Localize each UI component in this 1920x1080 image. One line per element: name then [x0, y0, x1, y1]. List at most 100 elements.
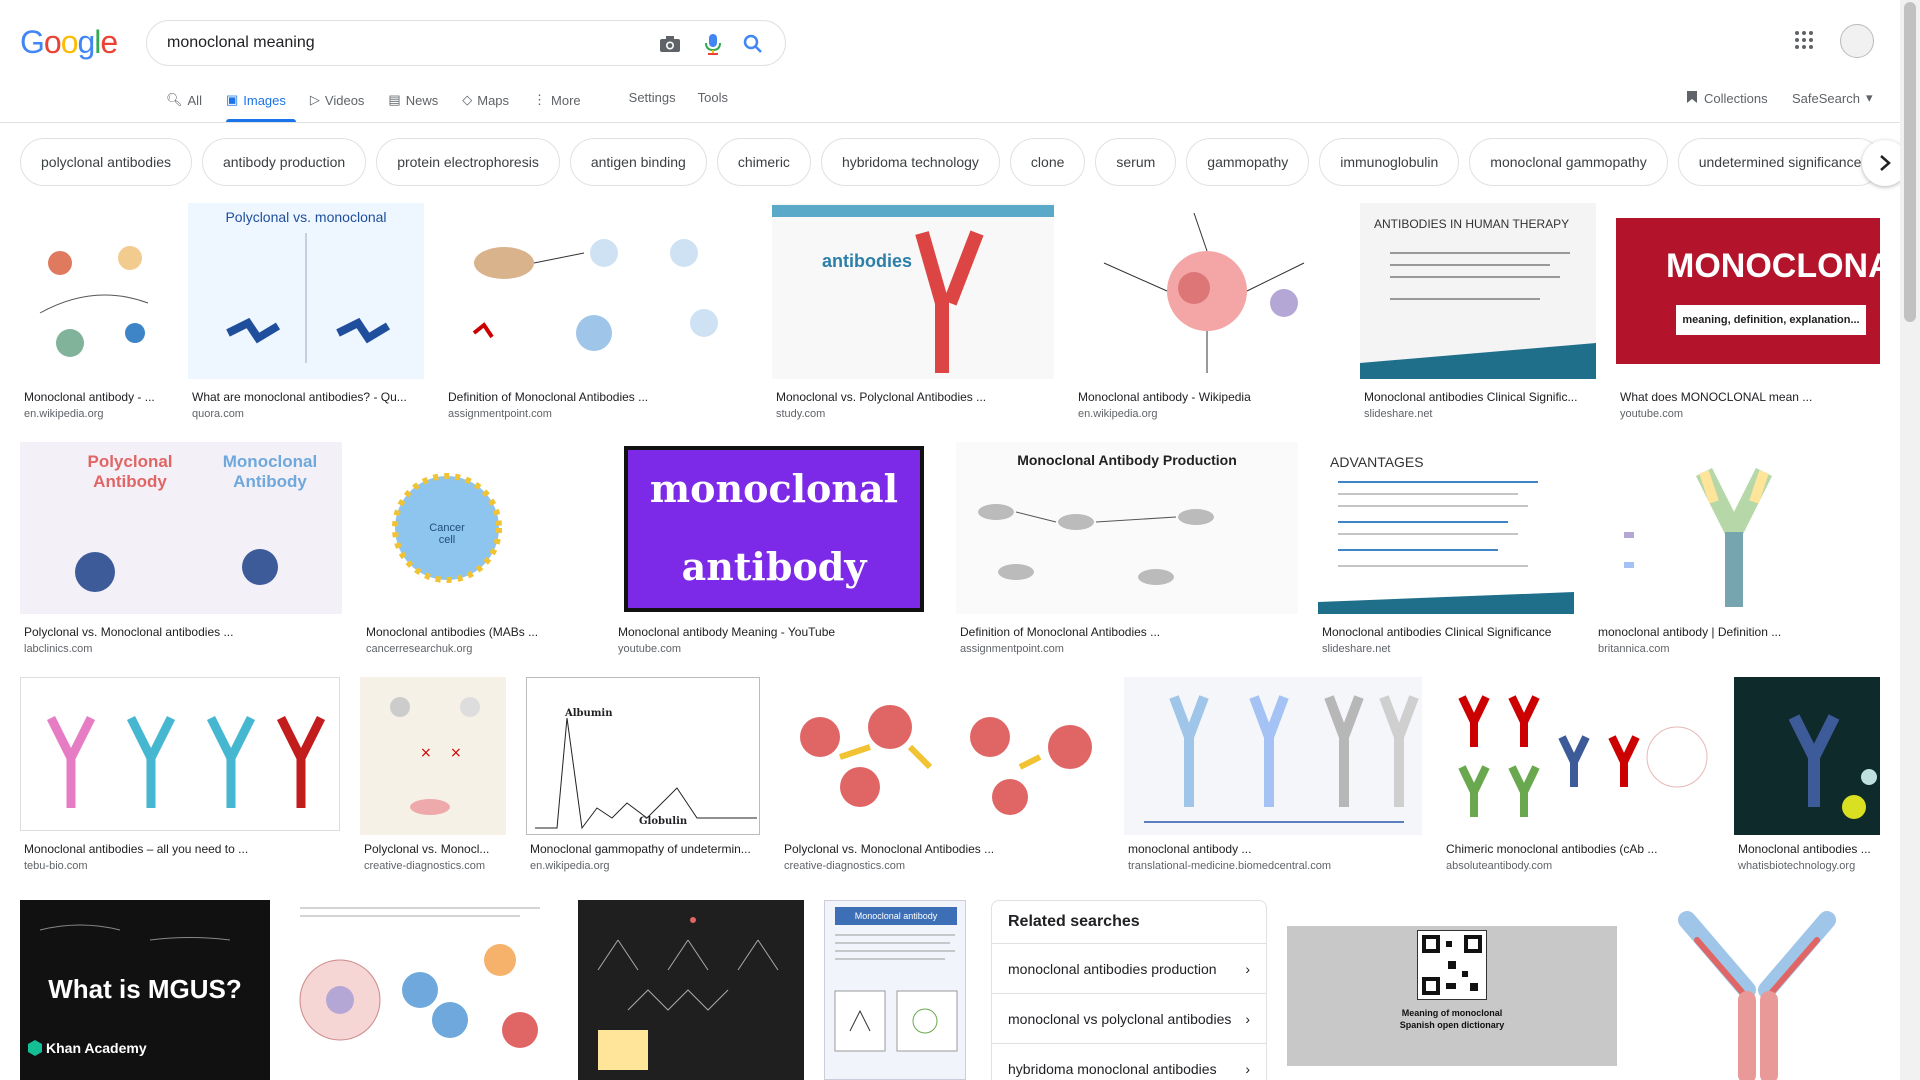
camera-icon[interactable] — [657, 31, 683, 57]
image-source[interactable]: youtube.com — [618, 643, 681, 655]
image-source[interactable]: cancerresearchuk.org — [366, 643, 472, 655]
image-caption[interactable]: What does MONOCLONAL mean ... — [1620, 390, 1880, 404]
image-result[interactable]: × × Polyclonal vs. Monocl... creative-dia… — [360, 677, 506, 879]
tab-videos[interactable]: ▷ Videos — [310, 80, 375, 122]
image-result[interactable]: Monoclonal antibody - ... en.wikipedia.o… — [20, 203, 168, 421]
tools-link[interactable]: Tools — [698, 80, 728, 122]
chip[interactable]: polyclonal antibodies — [20, 138, 192, 186]
tab-more[interactable]: ⋮ More — [533, 80, 591, 122]
image-thumbnail[interactable]: Meaning of monoclonal Spanish open dicti… — [1287, 900, 1617, 1080]
chip[interactable]: hybridoma technology — [820, 138, 1000, 186]
image-thumbnail[interactable]: antibodies — [772, 203, 1054, 379]
chip[interactable]: clone — [1009, 138, 1086, 186]
image-thumbnail[interactable]: ANTIBODIES IN HUMAN THERAPY — [1360, 203, 1596, 379]
image-caption[interactable]: Polyclonal vs. Monocl... — [364, 842, 506, 856]
image-thumbnail[interactable]: × × — [360, 677, 506, 835]
image-source[interactable]: quora.com — [192, 408, 244, 420]
scrollbar[interactable] — [1900, 0, 1920, 1080]
chip[interactable]: protein electrophoresis — [376, 138, 560, 186]
image-caption[interactable]: Monoclonal gammopathy of undetermin... — [530, 842, 760, 856]
image-result[interactable]: monoclonal antibody | Definition ... bri… — [1594, 442, 1880, 658]
image-thumbnail[interactable]: ADVANTAGES — [1318, 442, 1574, 614]
chip[interactable]: antibody production — [201, 138, 367, 186]
image-source[interactable]: assignmentpoint.com — [960, 643, 1064, 655]
image-source[interactable]: creative-diagnostics.com — [784, 860, 905, 872]
image-caption[interactable]: Monoclonal antibodies Clinical Signific.… — [1364, 390, 1596, 404]
chip[interactable]: undetermined significance — [1677, 138, 1880, 186]
image-result[interactable]: Monoclonal antibody — [824, 900, 966, 1080]
image-result[interactable]: Albumin Globulin Monoclonal gammopathy o… — [526, 677, 760, 879]
image-result[interactable]: Monoclonal Antibody Production Definitio… — [956, 442, 1298, 658]
tab-images[interactable]: ▣ Images — [225, 80, 296, 122]
avatar[interactable] — [1840, 24, 1874, 58]
image-caption[interactable]: Definition of Monoclonal Antibodies ... — [448, 390, 752, 404]
image-thumbnail[interactable] — [578, 900, 804, 1080]
search-box[interactable]: monoclonal meaning — [146, 20, 786, 66]
image-source[interactable]: labclinics.com — [24, 643, 92, 655]
chip[interactable]: serum — [1095, 138, 1177, 186]
image-result[interactable]: antibodies Monoclonal vs. Polyclonal Ant… — [772, 203, 1054, 421]
image-thumbnail[interactable]: Albumin Globulin — [526, 677, 760, 835]
image-thumbnail[interactable]: Monoclonal Antibody Production — [956, 442, 1298, 614]
image-thumbnail[interactable] — [780, 677, 1104, 835]
image-thumbnail[interactable] — [290, 900, 558, 1080]
chip[interactable]: antigen binding — [569, 138, 707, 186]
image-thumbnail[interactable]: monoclonal antibody — [614, 442, 936, 614]
image-caption[interactable]: Monoclonal vs. Polyclonal Antibodies ... — [776, 390, 1054, 404]
image-source[interactable]: slideshare.net — [1364, 408, 1433, 420]
collections-link[interactable]: Collections — [1686, 90, 1768, 107]
image-thumbnail[interactable]: Polyclonal vs. monoclonal — [188, 203, 424, 379]
image-result[interactable]: Meaning of monoclonal Spanish open dicti… — [1287, 900, 1617, 1080]
image-thumbnail[interactable] — [20, 677, 340, 831]
image-thumbnail[interactable] — [1074, 203, 1340, 379]
related-search-item[interactable]: monoclonal vs polyclonal antibodies › — [992, 993, 1266, 1043]
image-source[interactable]: slideshare.net — [1322, 643, 1391, 655]
image-result[interactable]: MONOCLONAL meaning, definition, explanat… — [1616, 203, 1880, 421]
search-input[interactable]: monoclonal meaning — [167, 34, 315, 52]
image-result[interactable]: ANTIBODIES IN HUMAN THERAPY Monoclonal a… — [1360, 203, 1596, 421]
image-source[interactable]: britannica.com — [1598, 643, 1670, 655]
image-result[interactable]: Polyclonal vs. Monoclonal Antibodies ...… — [780, 677, 1104, 879]
image-thumbnail[interactable] — [1442, 677, 1714, 835]
image-thumbnail[interactable] — [1124, 677, 1422, 835]
image-thumbnail[interactable] — [1637, 900, 1880, 1080]
image-source[interactable]: study.com — [776, 408, 825, 420]
image-thumbnail[interactable]: Cancer cell — [362, 442, 594, 614]
image-source[interactable]: en.wikipedia.org — [530, 860, 610, 872]
image-result[interactable] — [578, 900, 804, 1080]
image-caption[interactable]: Chimeric monoclonal antibodies (cAb ... — [1446, 842, 1714, 856]
image-caption[interactable]: monoclonal antibody | Definition ... — [1598, 625, 1880, 639]
image-result[interactable]: monoclonal antibody Monoclonal antibody … — [614, 442, 936, 658]
image-source[interactable]: tebu-bio.com — [24, 860, 88, 872]
related-search-item[interactable]: monoclonal antibodies production › — [992, 943, 1266, 993]
image-result[interactable]: Chimeric monoclonal antibodies (cAb ... … — [1442, 677, 1714, 879]
image-result[interactable]: monoclonal antibody ... translational-me… — [1124, 677, 1422, 879]
chip[interactable]: monoclonal gammopathy — [1469, 138, 1668, 186]
image-thumbnail[interactable]: Monoclonal antibody — [824, 900, 966, 1080]
image-thumbnail[interactable]: What is MGUS? Khan Academy — [20, 900, 270, 1080]
image-result[interactable]: Monoclonal antibodies – all you need to … — [20, 677, 340, 879]
image-source[interactable]: whatisbiotechnology.org — [1738, 860, 1855, 872]
image-caption[interactable]: Monoclonal antibody Meaning - YouTube — [618, 625, 936, 639]
image-thumbnail[interactable] — [1594, 442, 1880, 614]
image-source[interactable]: en.wikipedia.org — [1078, 408, 1158, 420]
image-result[interactable] — [290, 900, 558, 1080]
tab-all[interactable]: 🔍︎ All — [166, 80, 212, 122]
image-caption[interactable]: monoclonal antibody ... — [1128, 842, 1422, 856]
image-result[interactable]: ADVANTAGES Monoclonal antibodies Clinica… — [1318, 442, 1574, 658]
settings-link[interactable]: Settings — [629, 80, 676, 122]
image-caption[interactable]: Polyclonal vs. Monoclonal antibodies ... — [24, 625, 342, 639]
image-result[interactable]: Definition of Monoclonal Antibodies ... … — [444, 203, 752, 421]
search-icon[interactable] — [740, 31, 766, 57]
image-result[interactable]: Monoclonal antibody - Wikipedia en.wikip… — [1074, 203, 1340, 421]
image-thumbnail[interactable]: Polyclonal Antibody Monoclonal Antibody — [20, 442, 342, 614]
tab-maps[interactable]: ◇ Maps — [462, 80, 519, 122]
image-result[interactable] — [1637, 900, 1880, 1080]
image-thumbnail[interactable] — [444, 203, 752, 379]
image-source[interactable]: youtube.com — [1620, 408, 1683, 420]
image-thumbnail[interactable] — [1734, 677, 1880, 835]
image-thumbnail[interactable]: MONOCLONAL meaning, definition, explanat… — [1616, 203, 1880, 379]
image-result[interactable]: Polyclonal vs. monoclonal What are monoc… — [188, 203, 424, 421]
image-caption[interactable]: Definition of Monoclonal Antibodies ... — [960, 625, 1298, 639]
image-caption[interactable]: Monoclonal antibodies Clinical Significa… — [1322, 625, 1574, 639]
